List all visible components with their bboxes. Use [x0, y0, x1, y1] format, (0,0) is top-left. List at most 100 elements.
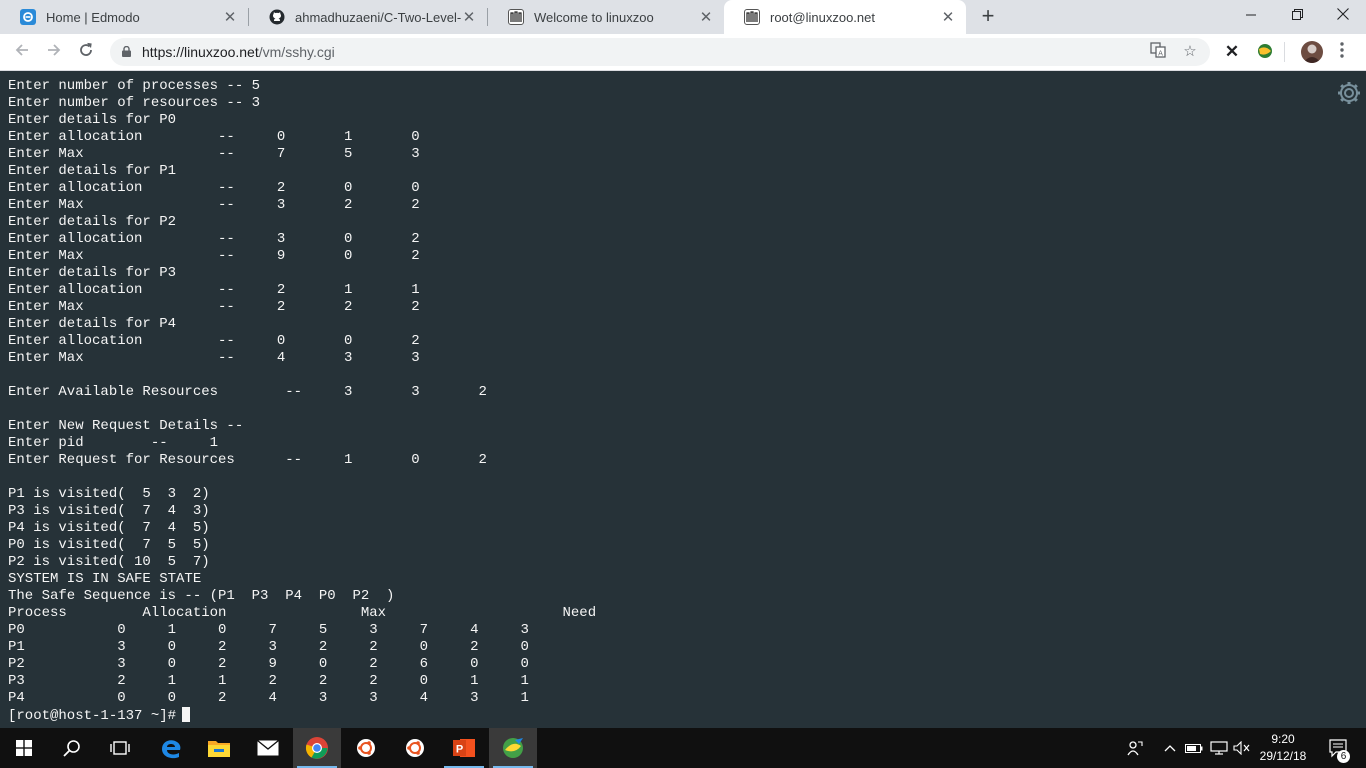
close-tab-icon[interactable]: ✕: [698, 8, 714, 26]
toolbar-divider: [1284, 42, 1285, 62]
terminal-line: P1 is visited( 5 3 2): [8, 486, 210, 502]
terminal-line: Enter Max -- 4 3 3: [8, 350, 420, 366]
terminal-line: Enter details for P2: [8, 214, 177, 230]
terminal-line: P4 is visited( 7 4 5): [8, 520, 210, 536]
network-icon[interactable]: [1208, 728, 1230, 768]
svg-text:A: A: [1158, 50, 1163, 58]
notification-count-badge: 6: [1337, 750, 1350, 763]
close-window-button[interactable]: [1320, 0, 1366, 30]
back-button[interactable]: [9, 39, 35, 65]
linuxzoo-icon: [508, 9, 524, 25]
reload-button[interactable]: [73, 39, 99, 65]
url-host: https://linuxzoo.net: [142, 44, 259, 60]
tab-github[interactable]: ahmadhuzaeni/C-Two-Level-Dire ✕: [249, 0, 487, 34]
people-icon[interactable]: [1122, 728, 1148, 768]
terminal-line: Enter Max -- 3 2 2: [8, 197, 420, 213]
chevron-up-icon[interactable]: [1160, 728, 1180, 768]
tab-title: ahmadhuzaeni/C-Two-Level-Dire: [295, 9, 461, 25]
terminal-line: Enter allocation -- 3 0 2: [8, 231, 420, 247]
restore-button[interactable]: [1274, 0, 1320, 30]
terminal-line: Enter number of resources -- 3: [8, 95, 261, 111]
action-center-icon[interactable]: 6: [1318, 728, 1358, 768]
terminal-line: P2 3 0 2 9 0 2 6 0 0: [8, 656, 529, 672]
terminal-line: P0 0 1 0 7 5 3 7 4 3: [8, 622, 529, 638]
terminal-window[interactable]: Enter number of processes -- 5 Enter numb…: [0, 72, 1366, 728]
address-bar[interactable]: https://linuxzoo.net/vm/sshy.cgi A ☆: [110, 38, 1210, 66]
profile-avatar[interactable]: [1301, 41, 1323, 63]
terminal-settings-gear-icon[interactable]: [1336, 80, 1362, 106]
terminal-line: Enter allocation -- 0 1 0: [8, 129, 420, 145]
extension-globe-icon[interactable]: [1255, 42, 1275, 62]
file-explorer-icon[interactable]: [195, 728, 243, 768]
text-cursor: [182, 707, 191, 722]
mail-icon[interactable]: [244, 728, 292, 768]
terminal-line: Enter allocation -- 2 0 0: [8, 180, 420, 196]
translate-icon[interactable]: A: [1148, 42, 1168, 62]
task-view-icon[interactable]: [96, 728, 144, 768]
terminal-line: Enter Available Resources -- 3 3 2: [8, 384, 487, 400]
terminal-line: P3 2 1 1 2 2 2 0 1 1: [8, 673, 529, 689]
terminal-app-icon[interactable]: [489, 728, 537, 768]
terminal-line: Enter Max -- 2 2 2: [8, 299, 420, 315]
chrome-browser-icon[interactable]: [293, 728, 341, 768]
tab-title: Welcome to linuxzoo: [534, 9, 654, 25]
terminal-line: Enter allocation -- 2 1 1: [8, 282, 420, 298]
svg-text:P: P: [456, 744, 463, 756]
forward-button[interactable]: [41, 39, 67, 65]
terminal-line: P3 is visited( 7 4 3): [8, 503, 210, 519]
terminal-line: Enter details for P3: [8, 265, 177, 281]
edge-browser-icon[interactable]: [147, 728, 195, 768]
terminal-line: Enter number of processes -- 5: [8, 78, 261, 94]
linuxzoo-icon: [744, 9, 760, 25]
ubuntu-app-icon-2[interactable]: [391, 728, 439, 768]
terminal-prompt-line[interactable]: [root@host-1-137 ~]#: [8, 707, 596, 725]
terminal-line: Enter Max -- 7 5 3: [8, 146, 420, 162]
terminal-line: P1 3 0 2 3 2 2 0 2 0: [8, 639, 529, 655]
volume-muted-icon[interactable]: [1232, 728, 1252, 768]
terminal-line: SYSTEM IS IN SAFE STATE: [8, 571, 202, 587]
url-text: https://linuxzoo.net/vm/sshy.cgi: [142, 44, 335, 60]
tab-edmodo[interactable]: Home | Edmodo ✕: [0, 0, 248, 34]
tab-root-linuxzoo[interactable]: root@linuxzoo.net ✕: [724, 0, 966, 34]
terminal-line: P2 is visited( 10 5 7): [8, 554, 210, 570]
terminal-line: Enter details for P4: [8, 316, 177, 332]
close-tab-icon[interactable]: ✕: [222, 8, 238, 26]
edmodo-icon: [20, 9, 36, 25]
terminal-line: Enter details for P1: [8, 163, 177, 179]
terminal-line: Process Allocation Max Need: [8, 605, 597, 621]
browser-toolbar: https://linuxzoo.net/vm/sshy.cgi A ☆ ✕: [0, 34, 1366, 71]
tab-title: Home | Edmodo: [46, 9, 140, 25]
system-clock[interactable]: 9:20 29/12/18: [1250, 731, 1316, 765]
terminal-line: P4 0 0 2 4 3 3 4 3 1: [8, 690, 529, 706]
minimize-button[interactable]: [1228, 0, 1274, 30]
terminal-output: Enter number of processes -- 5 Enter numb…: [8, 78, 596, 725]
terminal-line: P0 is visited( 7 5 5): [8, 537, 210, 553]
terminal-line: Enter details for P0: [8, 112, 177, 128]
bookmark-star-icon[interactable]: ☆: [1180, 42, 1200, 62]
battery-icon[interactable]: [1184, 728, 1204, 768]
new-tab-button[interactable]: +: [976, 4, 1000, 28]
start-windows-icon[interactable]: [0, 728, 48, 768]
terminal-line: The Safe Sequence is -- (P1 P3 P4 P0 P2 …: [8, 588, 395, 604]
close-tab-icon[interactable]: ✕: [461, 8, 477, 26]
clock-time: 9:20: [1271, 732, 1295, 746]
clock-date: 29/12/18: [1259, 749, 1307, 763]
tab-welcome-linuxzoo[interactable]: Welcome to linuxzoo ✕: [488, 0, 724, 34]
chrome-menu-icon[interactable]: [1332, 42, 1352, 62]
url-path: /vm/sshy.cgi: [258, 44, 335, 60]
lock-icon: [122, 46, 131, 57]
tab-title: root@linuxzoo.net: [770, 9, 875, 25]
terminal-line: Enter pid -- 1: [8, 435, 219, 451]
close-tab-icon[interactable]: ✕: [940, 8, 956, 26]
github-icon: [269, 9, 285, 25]
ubuntu-app-icon[interactable]: [342, 728, 390, 768]
browser-tab-strip: Home | Edmodo ✕ ahmadhuzaeni/C-Two-Level…: [0, 0, 1366, 34]
powerpoint-icon[interactable]: P: [440, 728, 488, 768]
search-icon[interactable]: [48, 728, 96, 768]
terminal-line: Enter Max -- 9 0 2: [8, 248, 420, 264]
extension-x-icon[interactable]: ✕: [1222, 42, 1242, 62]
windows-taskbar: P 9:20 29/12/18 6: [0, 728, 1366, 768]
